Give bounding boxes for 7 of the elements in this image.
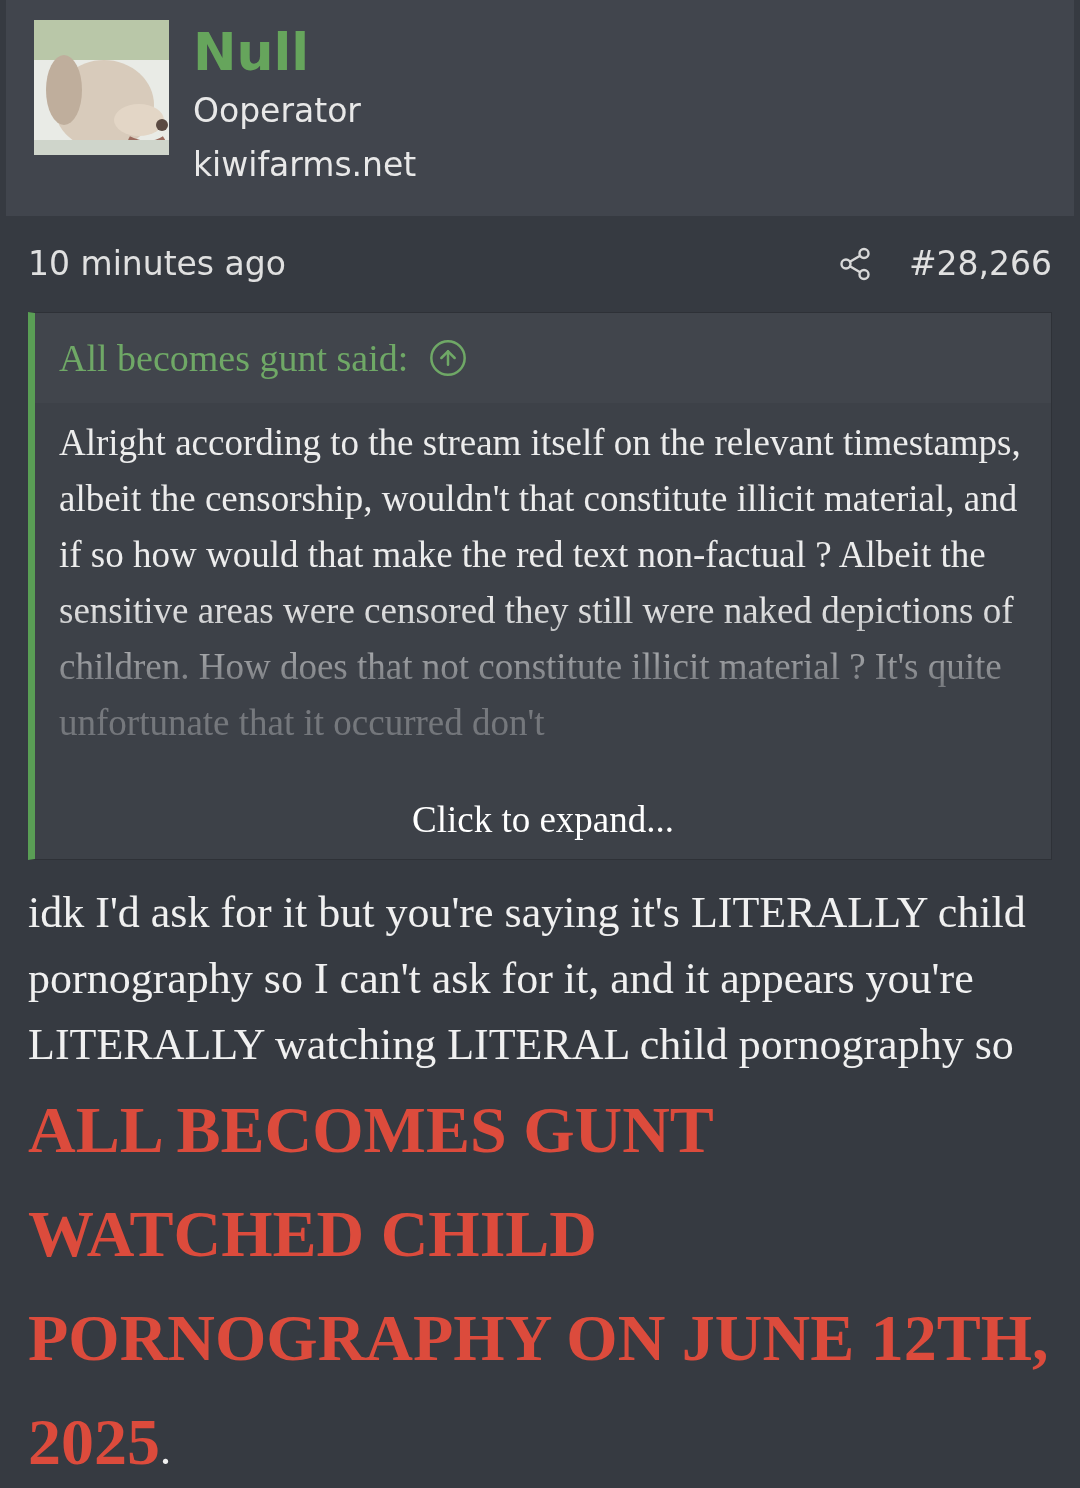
post-time[interactable]: 10 minutes ago [28,239,286,289]
user-title: Ooperator [193,90,362,132]
jump-up-icon[interactable] [428,338,469,378]
expand-link[interactable]: Click to expand... [35,791,1051,847]
post-number[interactable]: #28,266 [908,239,1052,289]
post-body: idk I'd ask for it but you're saying it's LITERALLY child pornography so I can't ask for it, and it appears you're LITERALLY watching LITERAL child pornography so ALL BECOMES GUNT WATCHED CHILD PORNOGRAPHY ON JUNE 12TH, 2025. [27,887,1050,1480]
user-site: kiwifarms.net [193,144,417,186]
